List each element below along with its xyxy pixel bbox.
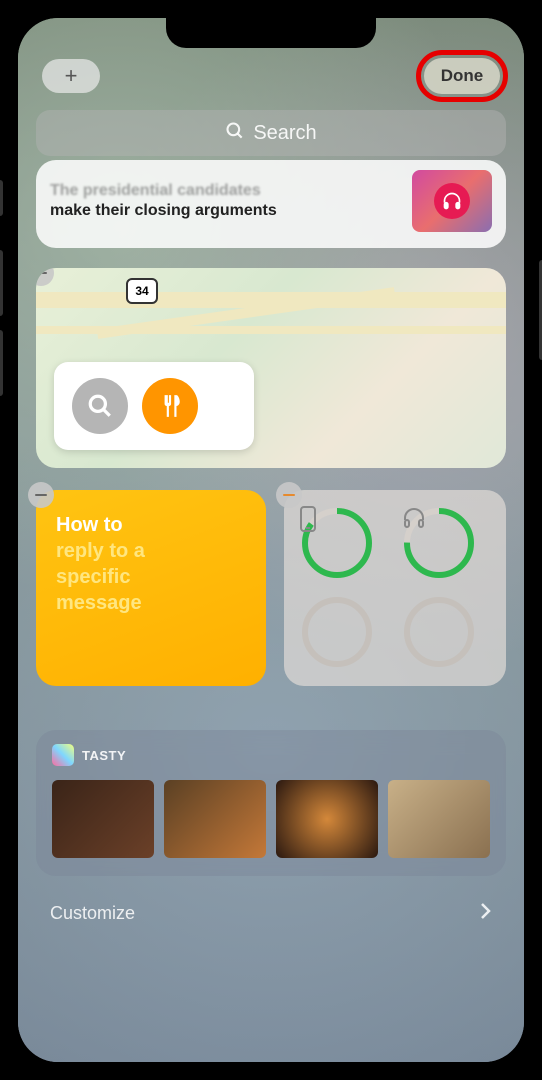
phone-frame: + Done Search The presidential candidate… [0,0,542,1080]
news-thumbnail [412,170,492,232]
route-shield: 34 [126,278,158,304]
done-label: Done [441,66,484,86]
search-icon [225,121,245,146]
customize-button[interactable]: Customize [36,894,506,933]
mute-switch [0,180,3,216]
screen: + Done Search The presidential candidate… [18,18,524,1062]
tasty-thumbnails [52,780,490,858]
note-line: specific [56,564,246,590]
tasty-app-icon [52,744,74,766]
chevron-right-icon [480,902,492,925]
remove-widget-button[interactable] [28,482,54,508]
search-bar[interactable]: Search [36,110,506,156]
battery-ring-empty [300,595,374,669]
notes-widget[interactable]: How to reply to a specific message [36,490,266,686]
volume-up-button [0,250,3,316]
search-placeholder: Search [253,122,316,145]
note-line: How to [56,512,246,538]
maps-widget[interactable]: 34 [36,268,506,468]
map-food-button[interactable] [142,378,198,434]
tasty-label: TASTY [82,748,126,763]
battery-ring-headphones [402,506,476,580]
news-headline: The presidential candidates make their c… [50,181,400,221]
widget-row: How to reply to a specific message [36,490,506,686]
remove-widget-button[interactable] [276,482,302,508]
map-search-button[interactable] [72,378,128,434]
widget-edit-view: + Done Search The presidential candidate… [18,18,524,1062]
note-line: reply to a [56,538,246,564]
tasty-widget[interactable]: TASTY [36,730,506,876]
map-actions-panel [54,362,254,450]
headphones-icon [434,183,470,219]
notch [166,18,376,48]
note-line: message [56,590,246,616]
plus-icon: + [65,63,78,89]
top-bar: + Done [36,58,506,94]
recipe-thumbnail[interactable] [164,780,266,858]
done-button[interactable]: Done [424,58,500,94]
remove-widget-button[interactable] [36,268,54,286]
recipe-thumbnail[interactable] [388,780,490,858]
recipe-thumbnail[interactable] [52,780,154,858]
add-widget-button[interactable]: + [42,59,100,93]
tasty-header: TASTY [52,744,490,766]
customize-label: Customize [50,903,135,924]
volume-down-button [0,330,3,396]
news-widget[interactable]: The presidential candidates make their c… [36,160,506,248]
battery-ring-phone [300,506,374,580]
batteries-widget[interactable] [284,490,506,686]
battery-ring-empty [402,595,476,669]
recipe-thumbnail[interactable] [276,780,378,858]
